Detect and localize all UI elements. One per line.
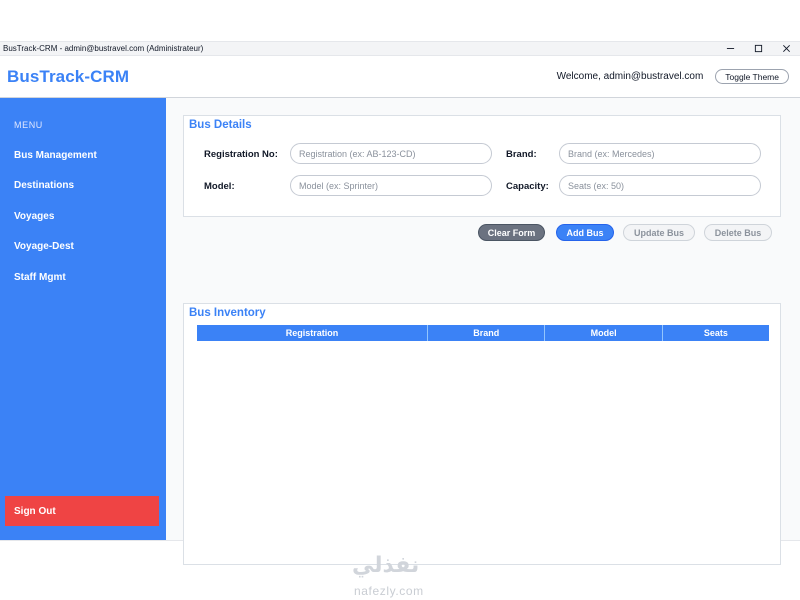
window-title: BusTrack-CRM - admin@bustravel.com (Admi… [3,44,204,53]
update-bus-button[interactable]: Update Bus [623,224,695,241]
add-bus-button[interactable]: Add Bus [556,224,614,241]
menu-label: MENU [14,120,43,130]
column-header-registration[interactable]: Registration [197,325,428,341]
sidebar-item-staff-mgmt[interactable]: Staff Mgmt [14,272,66,283]
close-button[interactable] [772,42,800,56]
model-label: Model: [204,181,235,192]
title-bar[interactable]: BusTrack-CRM - admin@bustravel.com (Admi… [0,42,800,56]
brand-title: BusTrack-CRM [7,66,130,86]
column-header-model[interactable]: Model [544,325,663,341]
sidebar-item-destinations[interactable]: Destinations [14,180,74,191]
header-right: Welcome, admin@bustravel.com Toggle Them… [557,69,789,84]
close-icon [782,45,790,52]
toggle-theme-button[interactable]: Toggle Theme [715,69,789,84]
action-bar: Clear Form Add Bus Update Bus Delete Bus [183,219,781,247]
column-header-seats[interactable]: Seats [662,325,769,341]
app-header: BusTrack-CRM Welcome, admin@bustravel.co… [0,56,800,98]
bus-inventory-title: Bus Inventory [189,307,266,319]
delete-bus-button[interactable]: Delete Bus [704,224,772,241]
maximize-icon [754,44,762,53]
sidebar-item-voyage-dest[interactable]: Voyage-Dest [14,241,74,252]
brand-input[interactable] [559,143,761,164]
app-window: BusTrack-CRM - admin@bustravel.com (Admi… [0,42,800,565]
watermark-arabic-text: نفذلي [352,552,420,577]
sidebar-item-bus-management[interactable]: Bus Management [14,150,97,161]
bus-inventory-table: Registration Brand Model Seats [197,325,769,341]
bus-details-title: Bus Details [189,119,252,131]
clear-form-button[interactable]: Clear Form [478,224,545,241]
watermark: نفذلي nafezly.com [0,540,800,600]
main-content: Bus Details Registration No: Brand: Mode… [166,98,800,565]
table-header: Registration Brand Model Seats [197,325,769,341]
registration-input[interactable] [290,143,492,164]
table-header-row: Registration Brand Model Seats [197,325,769,341]
maximize-button[interactable] [744,42,772,56]
minimize-button[interactable] [716,42,744,56]
brand-label: Brand: [506,149,537,160]
welcome-text: Welcome, admin@bustravel.com [556,71,704,82]
model-input[interactable] [290,175,492,196]
window-controls [716,42,800,56]
bus-inventory-panel: Bus Inventory Registration Brand Model S… [183,303,781,565]
bus-details-panel: Bus Details Registration No: Brand: Mode… [183,115,781,217]
capacity-label: Capacity: [506,181,549,192]
sidebar: MENU Bus Management Destinations Voyages… [0,98,166,540]
sign-out-button[interactable]: Sign Out [5,496,159,526]
screen: BusTrack-CRM - admin@bustravel.com (Admi… [0,0,800,600]
minimize-icon [726,48,734,49]
sidebar-item-voyages[interactable]: Voyages [14,211,54,222]
column-header-brand[interactable]: Brand [427,325,546,341]
capacity-input[interactable] [559,175,761,196]
watermark-url-text: nafezly.com [354,584,424,598]
registration-label: Registration No: [204,149,278,160]
